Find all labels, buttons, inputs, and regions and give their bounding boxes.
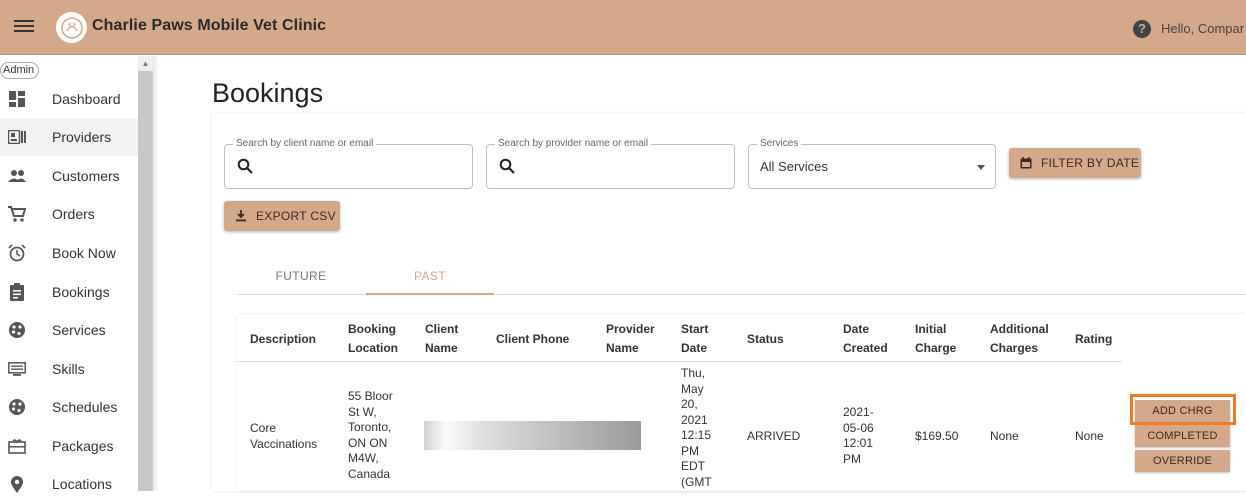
services-label: Services <box>757 138 802 149</box>
package-icon <box>8 437 26 455</box>
list-icon <box>8 360 26 378</box>
palette-icon <box>8 398 26 416</box>
tab-past[interactable]: PAST <box>366 258 494 294</box>
sidebar-item-label: Schedules <box>52 399 118 415</box>
cell-start-date: Thu, May 20, 2021 12:15 PM EDT (GMT <box>681 366 712 489</box>
chevron-down-icon <box>977 165 985 170</box>
dashboard-icon <box>8 90 26 108</box>
user-greeting[interactable]: Hello, Compar <box>1161 21 1244 36</box>
provider-search-input[interactable]: Search by provider name or email <box>486 138 735 189</box>
alarm-clock-icon <box>8 244 26 262</box>
sidebar-item-label: Skills <box>52 361 85 377</box>
cell-date-created: 2021-05-06 12:01 PM <box>843 405 874 466</box>
column-header-provider-name[interactable]: Provider Name <box>606 320 661 358</box>
role-badge: Admin <box>0 62 40 79</box>
tab-future[interactable]: FUTURE <box>237 258 365 294</box>
sidebar-item-services[interactable]: Services <box>0 311 138 349</box>
cell-description: Core Vaccinations <box>250 421 318 451</box>
client-search-input[interactable]: Search by client name or email <box>224 138 473 189</box>
column-header-status[interactable]: Status <box>747 320 784 358</box>
hamburger-menu-icon[interactable] <box>14 17 34 37</box>
sidebar-shadow <box>153 56 159 491</box>
tab-selected-indicator <box>366 293 494 295</box>
column-header-date-created[interactable]: Date Created <box>843 320 891 358</box>
clinic-logo <box>56 12 87 43</box>
sidebar-item-label: Locations <box>52 476 112 492</box>
cart-icon <box>8 205 26 223</box>
services-value: All Services <box>760 159 828 174</box>
page-title: Bookings <box>212 78 324 108</box>
sidebar-item-label: Dashboard <box>52 91 121 107</box>
sidebar-item-customers[interactable]: Customers <box>0 157 138 195</box>
export-csv-label: EXPORT CSV <box>256 209 336 223</box>
add-charge-highlight <box>1130 394 1236 425</box>
completed-button[interactable]: COMPLETED <box>1135 425 1230 447</box>
filter-by-date-label: FILTER BY DATE <box>1041 156 1140 170</box>
column-header-client-name[interactable]: Client Name <box>425 320 465 358</box>
cell-status: ARRIVED <box>747 429 801 443</box>
help-icon[interactable]: ? <box>1133 20 1151 38</box>
column-header-additional-charges[interactable]: Additional Charges <box>990 320 1050 358</box>
cell-initial-charge: $169.50 <box>915 429 959 443</box>
sidebar-item-label: Providers <box>52 129 112 145</box>
column-header-rating[interactable]: Rating <box>1075 320 1112 358</box>
sidebar-item-label: Packages <box>52 438 114 454</box>
cell-booking-location: 55 Bloor St W, Toronto, ON ON M4W, Canad… <box>348 389 393 481</box>
search-icon <box>499 158 517 176</box>
calendar-icon <box>1019 156 1033 170</box>
filter-by-date-button[interactable]: FILTER BY DATE <box>1009 148 1141 178</box>
sidebar-item-book-now[interactable]: Book Now <box>0 234 138 272</box>
app-header: Charlie Paws Mobile Vet Clinic ? Hello, … <box>0 0 1246 55</box>
sidebar-item-bookings[interactable]: Bookings <box>0 273 138 311</box>
sidebar-item-dashboard[interactable]: Dashboard <box>0 80 138 118</box>
sidebar-item-label: Services <box>52 322 106 338</box>
cell-rating: None <box>1075 429 1104 443</box>
app-title: Charlie Paws Mobile Vet Clinic <box>92 17 327 34</box>
sidebar-item-label: Book Now <box>52 245 116 261</box>
redacted-client-info <box>424 421 641 450</box>
provider-search-label: Search by provider name or email <box>495 138 652 149</box>
services-select[interactable]: Services All Services <box>748 138 996 189</box>
sidebar-item-label: Bookings <box>52 284 110 300</box>
palette-icon <box>8 321 26 339</box>
sidebar-item-providers[interactable]: Providers <box>0 118 138 156</box>
column-header-description[interactable]: Description <box>250 320 316 358</box>
header-divider <box>237 361 1122 362</box>
column-header-start-date[interactable]: Start Date <box>681 320 721 358</box>
scroll-up-arrow-icon[interactable]: ▲ <box>138 56 153 71</box>
sidebar-scrollbar[interactable]: ▲ <box>138 56 153 491</box>
column-header-booking-location[interactable]: Booking Location <box>348 320 403 358</box>
sidebar-item-orders[interactable]: Orders <box>0 195 138 233</box>
sidebar-item-label: Customers <box>52 168 120 184</box>
location-icon <box>8 475 26 493</box>
clipboard-icon <box>8 283 26 301</box>
override-button[interactable]: OVERRIDE <box>1135 450 1230 472</box>
cell-additional-charges: None <box>990 429 1019 443</box>
client-search-label: Search by client name or email <box>233 138 377 149</box>
column-header-initial-charge[interactable]: Initial Charge <box>915 320 963 358</box>
download-icon <box>234 209 248 223</box>
column-header-client-phone[interactable]: Client Phone <box>496 320 569 358</box>
sidebar-item-schedules[interactable]: Schedules <box>0 388 138 426</box>
sidebar-item-locations[interactable]: Locations <box>0 465 138 503</box>
id-card-icon <box>8 128 26 146</box>
sidebar-item-label: Orders <box>52 206 95 222</box>
sidebar-item-skills[interactable]: Skills <box>0 350 138 388</box>
search-icon <box>237 158 255 176</box>
export-csv-button[interactable]: EXPORT CSV <box>224 201 340 231</box>
people-icon <box>8 167 26 185</box>
sidebar-item-packages[interactable]: Packages <box>0 427 138 465</box>
